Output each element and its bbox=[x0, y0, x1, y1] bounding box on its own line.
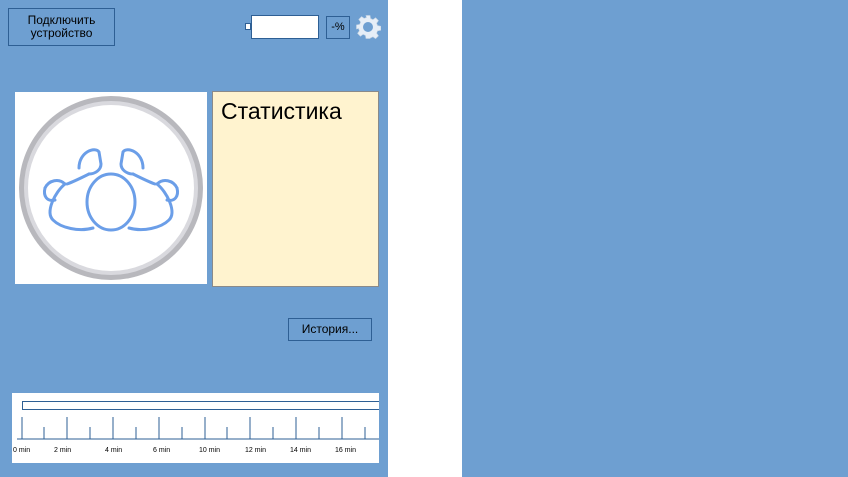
battery-icon bbox=[245, 15, 319, 39]
statistics-title: Статистика bbox=[221, 98, 342, 124]
battery-body bbox=[251, 15, 319, 39]
timeline-label: 10 min bbox=[199, 447, 221, 454]
percent-button[interactable]: -% bbox=[326, 16, 350, 39]
statistics-panel: Статистика bbox=[212, 91, 379, 287]
connect-device-button[interactable]: Подключить устройство bbox=[8, 8, 115, 46]
timeline-label: 6 min bbox=[153, 447, 171, 454]
gear-icon[interactable] bbox=[355, 14, 381, 40]
timeline-label: 2 min bbox=[54, 447, 72, 454]
timeline-label: 12 min bbox=[245, 447, 267, 454]
timeline-label: 4 min bbox=[105, 447, 123, 454]
timeline-label: 14 min bbox=[290, 447, 312, 454]
baby-icon bbox=[19, 96, 203, 280]
timeline-label: 16 min bbox=[335, 447, 357, 454]
timeline[interactable]: 0 min 2 min 4 min 6 min 10 min 12 min 14… bbox=[12, 393, 379, 463]
right-panel bbox=[462, 0, 848, 477]
timeline-label: 0 min bbox=[13, 447, 31, 454]
left-panel: Подключить устройство -% Статистика Исто… bbox=[0, 0, 388, 477]
avatar-panel bbox=[15, 92, 207, 284]
ruler-ticks bbox=[21, 417, 366, 439]
history-button[interactable]: История... bbox=[288, 318, 372, 341]
